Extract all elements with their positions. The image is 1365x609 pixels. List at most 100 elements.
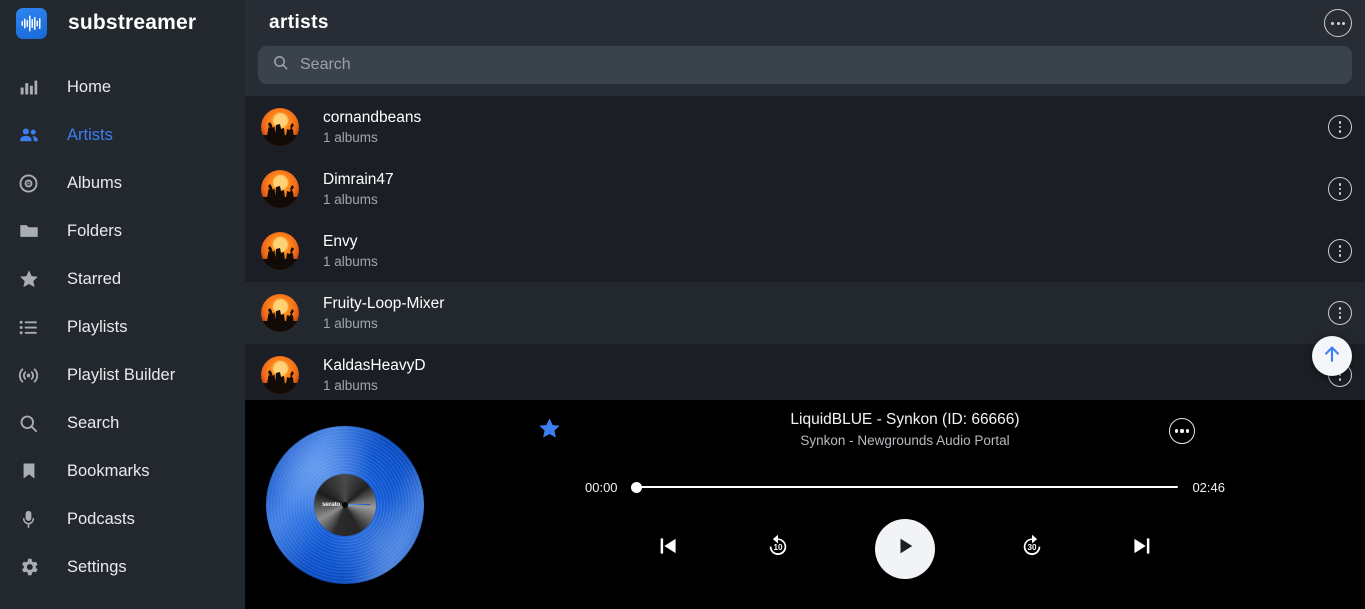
row-text: Envy 1 albums [323, 232, 1328, 271]
seek-handle[interactable] [630, 481, 642, 493]
forward-seconds-label: 30 [1027, 543, 1037, 552]
avatar [261, 170, 299, 208]
scroll-to-top-button[interactable] [1312, 336, 1352, 376]
sidebar-item-label: Playlist Builder [67, 365, 176, 384]
player-more-button[interactable] [1169, 418, 1195, 444]
bookmark-icon [16, 459, 41, 483]
topbar: artists [245, 0, 1365, 46]
track-title: LiquidBLUE - Synkon (ID: 66666) [790, 411, 1020, 428]
track-info: LiquidBLUE - Synkon (ID: 66666) Synkon -… [790, 410, 1019, 451]
table-row[interactable]: Fruity-Loop-Mixer 1 albums [245, 282, 1365, 344]
row-more-button[interactable] [1328, 115, 1352, 139]
sidebar-item-home[interactable]: Home [0, 63, 245, 111]
sidebar-item-label: Podcasts [67, 509, 135, 528]
record-label-text: serato [322, 500, 341, 508]
skip-previous-icon [655, 533, 681, 564]
seek-slider[interactable] [630, 480, 1179, 494]
broadcast-icon [16, 363, 41, 387]
artist-album-count: 1 albums [323, 377, 378, 393]
page-title: artists [269, 12, 329, 33]
forward-30-button[interactable]: 30 [977, 532, 1087, 565]
more-horizontal-icon [1331, 21, 1345, 25]
sidebar-item-search[interactable]: Search [0, 399, 245, 447]
sidebar-item-artists[interactable]: Artists [0, 111, 245, 159]
gear-icon [16, 555, 41, 579]
album-art-wrap: serato [245, 400, 445, 609]
sidebar-item-starred[interactable]: Starred [0, 255, 245, 303]
sidebar-item-podcasts[interactable]: Podcasts [0, 495, 245, 543]
sidebar-item-label: Albums [67, 173, 123, 192]
more-horizontal-icon [1174, 429, 1190, 433]
rewind-seconds-label: 10 [773, 543, 783, 552]
sidebar-item-settings[interactable]: Settings [0, 543, 245, 591]
next-button[interactable] [1087, 533, 1197, 564]
row-more-button[interactable] [1328, 301, 1352, 325]
avatar [261, 108, 299, 146]
progress-row: 00:00 02:46 [445, 472, 1365, 502]
artist-name: Envy [323, 232, 358, 250]
artist-album-count: 1 albums [323, 253, 378, 269]
row-text: KaldasHeavyD 1 albums [323, 356, 1328, 395]
player-body: LiquidBLUE - Synkon (ID: 66666) Synkon -… [445, 400, 1365, 609]
rewind-10-button[interactable]: 10 [723, 532, 833, 565]
microphone-icon [16, 507, 41, 531]
table-row[interactable]: Envy 1 albums [245, 220, 1365, 282]
search-icon [16, 411, 41, 435]
sidebar-item-bookmarks[interactable]: Bookmarks [0, 447, 245, 495]
sidebar-item-playlists[interactable]: Playlists [0, 303, 245, 351]
row-text: Fruity-Loop-Mixer 1 albums [323, 294, 1328, 333]
row-more-button[interactable] [1328, 239, 1352, 263]
sidebar-item-label: Starred [67, 269, 122, 288]
sidebar-item-playlist-builder[interactable]: Playlist Builder [0, 351, 245, 399]
star-filled-icon [537, 418, 562, 445]
sidebar-item-label: Playlists [67, 317, 128, 336]
search-icon [272, 54, 289, 76]
sidebar-item-label: Bookmarks [67, 461, 150, 480]
artist-name: Fruity-Loop-Mixer [323, 294, 445, 312]
sidebar-item-label: Settings [67, 557, 127, 576]
search-input[interactable] [300, 46, 1338, 84]
disc-icon [16, 171, 41, 195]
table-row[interactable]: Dimrain47 1 albums [245, 158, 1365, 220]
sidebar-item-label: Artists [67, 125, 113, 144]
arrow-up-icon [1321, 343, 1343, 370]
duration-time: 02:46 [1192, 479, 1225, 495]
artist-album-count: 1 albums [323, 191, 378, 207]
row-more-button[interactable] [1328, 177, 1352, 201]
search-bar[interactable] [258, 46, 1352, 84]
sidebar-nav: Home Artists Albums Folders Starred Play… [0, 63, 245, 591]
sidebar-item-folders[interactable]: Folders [0, 207, 245, 255]
artist-name: cornandbeans [323, 108, 422, 126]
list-icon [16, 315, 41, 339]
previous-button[interactable] [613, 533, 723, 564]
artist-album-count: 1 albums [323, 315, 378, 331]
elapsed-time: 00:00 [585, 479, 618, 495]
album-art[interactable]: serato [266, 425, 424, 584]
row-text: Dimrain47 1 albums [323, 170, 1328, 209]
search-zone [245, 46, 1365, 96]
play-icon [893, 534, 917, 563]
app-root: substreamer Home Artists Albums Folders … [0, 0, 1365, 609]
avatar [261, 294, 299, 332]
brand[interactable]: substreamer [0, 0, 245, 46]
artist-name: Dimrain47 [323, 170, 394, 188]
player-bar: serato LiquidBLUE - Synkon (ID: 66666) S… [245, 400, 1365, 609]
header-more-button[interactable] [1324, 9, 1352, 37]
folder-icon [16, 219, 41, 243]
table-row[interactable]: KaldasHeavyD 1 albums [245, 344, 1365, 406]
star-icon [16, 267, 41, 291]
table-row[interactable]: cornandbeans 1 albums [245, 96, 1365, 158]
player-meta: LiquidBLUE - Synkon (ID: 66666) Synkon -… [445, 400, 1365, 472]
player-controls: 10 30 [445, 502, 1365, 609]
waveform-icon [16, 7, 47, 39]
bar-chart-icon [16, 75, 41, 99]
artist-name: KaldasHeavyD [323, 356, 426, 374]
people-icon [16, 123, 41, 147]
sidebar-item-albums[interactable]: Albums [0, 159, 245, 207]
row-text: cornandbeans 1 albums [323, 108, 1328, 147]
play-button[interactable] [875, 518, 935, 579]
sidebar-item-label: Search [67, 413, 120, 432]
brand-title: substreamer [68, 11, 197, 34]
favorite-button[interactable] [537, 416, 562, 446]
sidebar-item-label: Folders [67, 221, 123, 240]
